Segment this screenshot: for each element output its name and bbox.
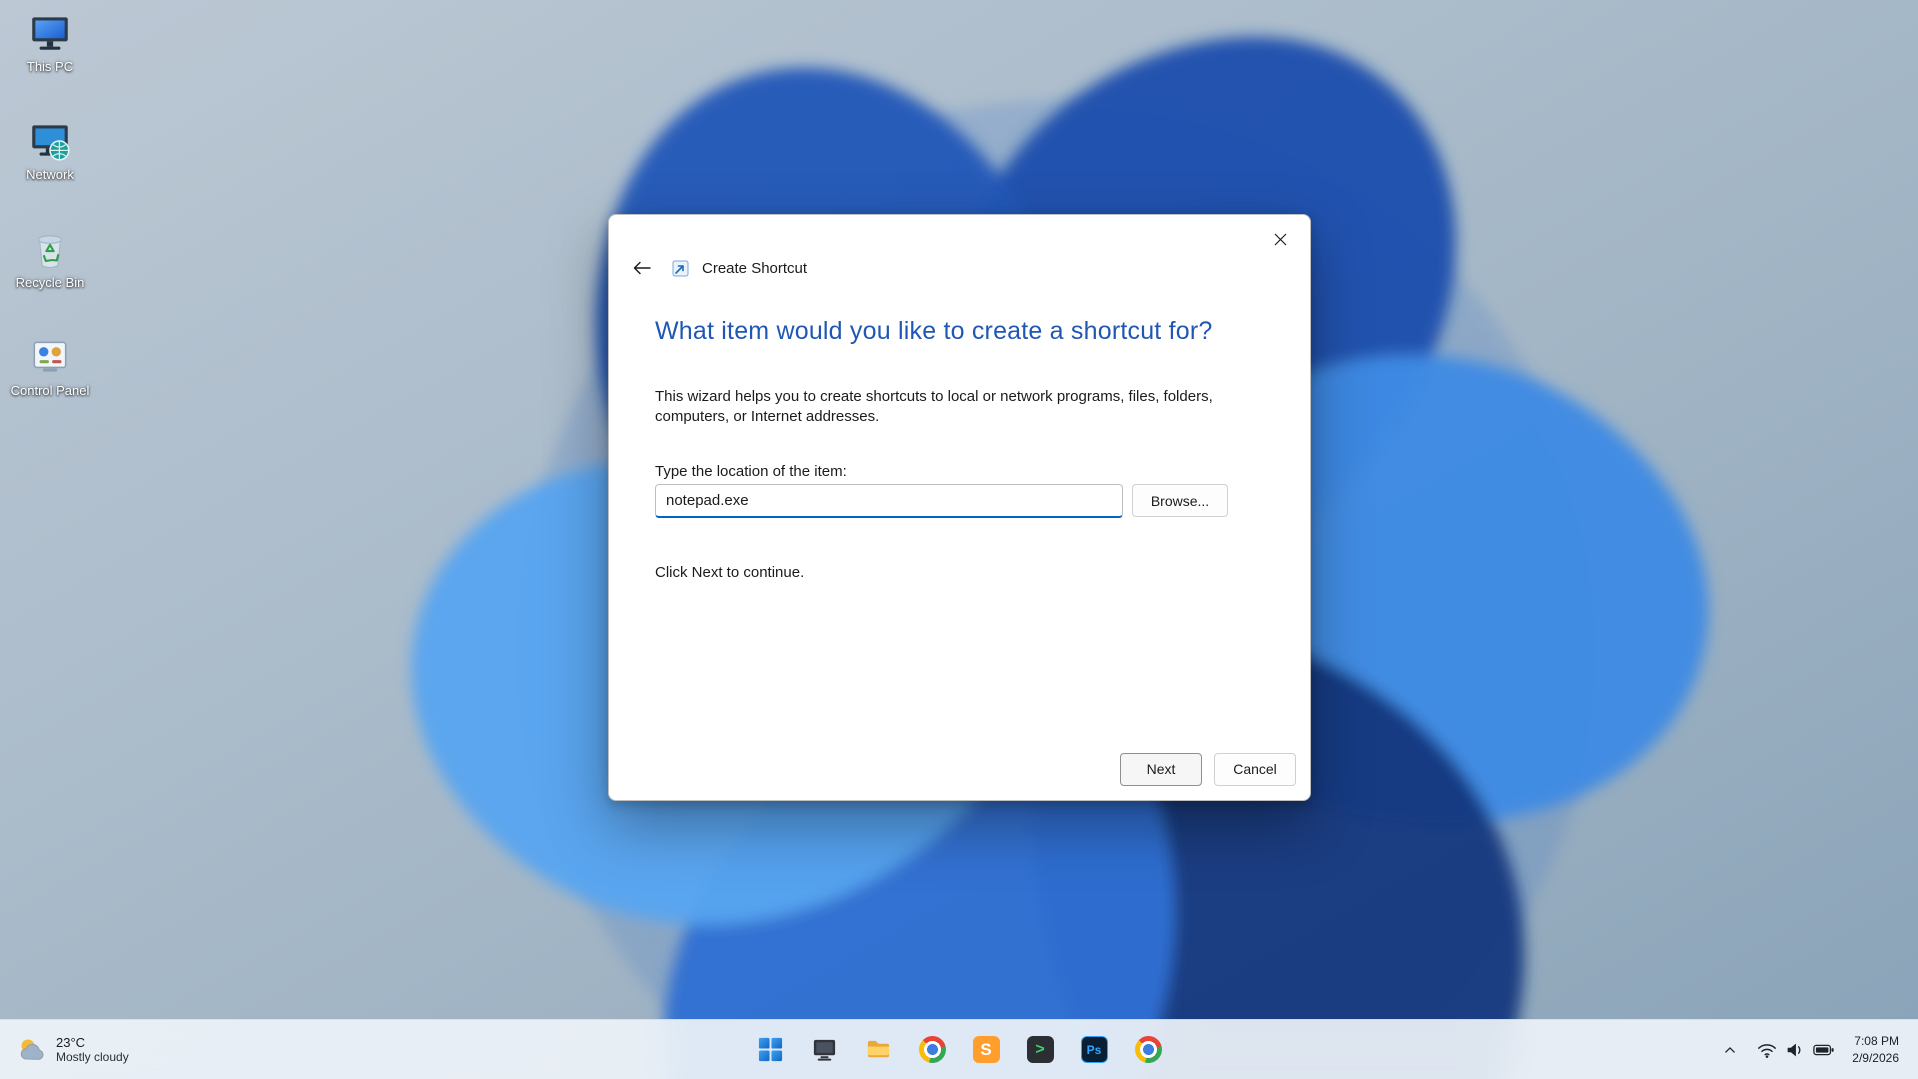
back-arrow-icon <box>633 261 651 275</box>
taskbar-center: S > Ps <box>747 1020 1171 1079</box>
desktop-icon-control-panel[interactable]: Control Panel <box>2 334 98 430</box>
weather-text: 23°C Mostly cloudy <box>56 1035 129 1064</box>
this-pc-icon <box>32 17 68 50</box>
file-explorer-icon <box>867 1040 889 1058</box>
terminal-icon: > <box>1026 1036 1054 1063</box>
weather-widget[interactable]: 23°C Mostly cloudy <box>6 1020 139 1079</box>
desktop-icon-label: This PC <box>26 59 74 74</box>
clock-time: 7:08 PM <box>1854 1034 1899 1049</box>
taskbar: 23°C Mostly cloudy S > Ps 7:08 PM 2/9/20… <box>0 1019 1918 1079</box>
desktop-icon-this-pc[interactable]: This PC <box>2 10 98 106</box>
sublime-glyph: S <box>980 1039 992 1059</box>
clock-date: 2/9/2026 <box>1852 1050 1899 1065</box>
weather-temperature: 23°C <box>56 1035 86 1050</box>
back-button[interactable] <box>625 252 659 284</box>
location-input[interactable] <box>655 484 1123 518</box>
browser-icon-2 <box>1134 1036 1162 1063</box>
shortcut-wizard-icon <box>672 260 689 276</box>
next-button[interactable]: Next <box>1120 752 1202 786</box>
dark-app-icon <box>813 1039 835 1061</box>
clock-widget[interactable]: 7:08 PM 2/9/2026 <box>1845 1029 1906 1071</box>
sublime-text-icon: S <box>972 1036 1000 1063</box>
chrome-button[interactable] <box>909 1027 955 1073</box>
control-panel-icon <box>33 341 67 372</box>
taskbar-app-dark[interactable] <box>801 1027 847 1073</box>
location-label: Type the location of the item: <box>655 463 847 480</box>
desktop-icon-recycle-bin[interactable]: Recycle Bin <box>2 226 98 322</box>
desktop-icon-network[interactable]: Network <box>2 118 98 214</box>
volume-icon <box>1787 1043 1801 1056</box>
close-button[interactable] <box>1260 223 1300 255</box>
system-status-button[interactable] <box>1749 1029 1843 1071</box>
close-icon <box>1274 233 1286 245</box>
browse-button[interactable]: Browse... <box>1132 484 1228 517</box>
weather-condition: Mostly cloudy <box>56 1050 129 1064</box>
dialog-header: Create Shortcut <box>625 251 807 285</box>
windows-logo-icon <box>758 1037 782 1062</box>
photoshop-icon: Ps <box>1080 1036 1108 1063</box>
hidden-icons-button[interactable] <box>1713 1029 1747 1071</box>
sublime-text-button[interactable]: S <box>963 1027 1009 1073</box>
recycle-bin-icon <box>37 235 63 269</box>
wizard-description: This wizard helps you to create shortcut… <box>655 388 1213 426</box>
desktop-icon-label: Control Panel <box>10 383 90 398</box>
desktop-icon-column: This PC Network Recycle Bin Control Pane… <box>2 10 98 442</box>
dialog-footer: Next Cancel <box>609 752 1310 786</box>
chevron-up-icon <box>1725 1046 1736 1053</box>
desktop-icon-label: Network <box>26 167 74 182</box>
cancel-button[interactable]: Cancel <box>1214 752 1296 786</box>
photoshop-glyph: Ps <box>1086 1042 1102 1057</box>
terminal-button[interactable]: > <box>1017 1027 1063 1073</box>
browser-button-2[interactable] <box>1125 1027 1171 1073</box>
clock-text: 7:08 PM 2/9/2026 <box>1852 1033 1899 1065</box>
create-shortcut-dialog: Create Shortcut What item would you like… <box>608 214 1311 801</box>
battery-icon <box>1813 1044 1834 1055</box>
wizard-heading: What item would you like to create a sho… <box>655 317 1213 345</box>
chrome-icon <box>918 1036 946 1063</box>
start-button[interactable] <box>747 1027 793 1073</box>
system-tray: 7:08 PM 2/9/2026 <box>1713 1020 1914 1079</box>
terminal-glyph: > <box>1035 1040 1045 1059</box>
network-icon <box>32 125 70 161</box>
photoshop-button[interactable]: Ps <box>1071 1027 1117 1073</box>
wifi-icon <box>1758 1043 1777 1058</box>
file-explorer-button[interactable] <box>855 1027 901 1073</box>
dialog-title: Create Shortcut <box>702 259 808 277</box>
next-hint-text: Click Next to continue. <box>655 564 805 581</box>
weather-icon <box>20 1039 44 1060</box>
desktop-icon-label: Recycle Bin <box>15 275 85 290</box>
